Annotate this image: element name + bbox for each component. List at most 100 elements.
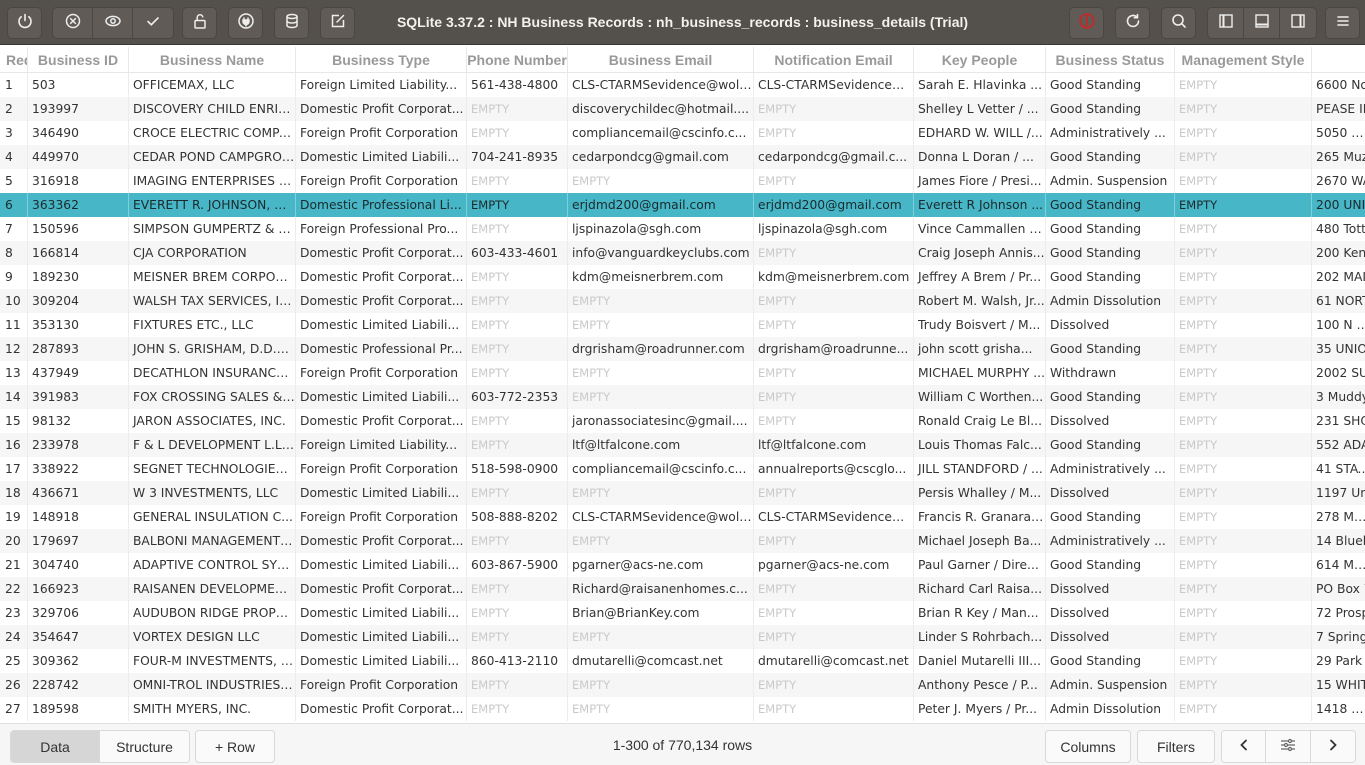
row-number[interactable]: 26 [0, 673, 28, 697]
table-cell[interactable]: Domestic Limited Liabili... [296, 601, 467, 625]
table-cell[interactable]: EMPTY [467, 193, 568, 217]
table-cell[interactable]: 148918 [28, 505, 129, 529]
table-cell[interactable]: Daniel Mutarelli III... [914, 649, 1046, 673]
table-cell[interactable]: cedarpondcg@gmail.c... [754, 145, 914, 169]
table-cell[interactable]: EMPTY [754, 361, 914, 385]
table-cell[interactable]: Foreign Profit Corporation [296, 505, 467, 529]
table-cell[interactable]: EMPTY [467, 121, 568, 145]
table-cell[interactable]: RAISANEN DEVELOPMEN... [129, 577, 296, 601]
table-cell[interactable]: EMPTY [1175, 193, 1312, 217]
table-cell[interactable]: EMPTY [568, 697, 754, 721]
row-number[interactable]: 25 [0, 649, 28, 673]
table-cell[interactable]: 231 SHO [1312, 409, 1365, 433]
table-cell[interactable]: EMPTY [754, 241, 914, 265]
row-number[interactable]: 11 [0, 313, 28, 337]
table-cell[interactable]: EMPTY [754, 97, 914, 121]
table-cell[interactable]: Domestic Profit Corporat... [296, 697, 467, 721]
next-page-button[interactable] [1311, 731, 1355, 762]
table-cell[interactable]: EMPTY [1175, 457, 1312, 481]
table-cell[interactable]: Withdrawn [1046, 361, 1175, 385]
table-cell[interactable]: 2002 SU [1312, 361, 1365, 385]
table-cell[interactable]: EMPTY [467, 481, 568, 505]
table-row[interactable]: 15 98132 JARON ASSOCIATES, INC. Domestic Pr… [0, 409, 1365, 433]
table-row[interactable]: 13 437949 DECATHLON INSURANCE ... Foreign P… [0, 361, 1365, 385]
table-cell[interactable]: EMPTY [568, 673, 754, 697]
table-cell[interactable]: Good Standing [1046, 97, 1175, 121]
table-cell[interactable]: Good Standing [1046, 145, 1175, 169]
table-cell[interactable]: OFFICEMAX, LLC [129, 73, 296, 97]
table-cell[interactable]: Francis R. Granara ... [914, 505, 1046, 529]
table-cell[interactable]: ltf@ltfalcone.com [754, 433, 914, 457]
table-cell[interactable]: 508-888-8202 [467, 505, 568, 529]
table-cell[interactable]: Good Standing [1046, 337, 1175, 361]
table-row[interactable]: 2 193997 DISCOVERY CHILD ENRIC... Domestic … [0, 97, 1365, 121]
table-cell[interactable]: Domestic Limited Liabili... [296, 313, 467, 337]
table-cell[interactable]: 329706 [28, 601, 129, 625]
table-cell[interactable]: EMPTY [568, 385, 754, 409]
table-cell[interactable]: 346490 [28, 121, 129, 145]
table-cell[interactable]: Domestic Profit Corporat... [296, 409, 467, 433]
table-cell[interactable]: drgrisham@roadrunne... [754, 337, 914, 361]
table-cell[interactable]: 166814 [28, 241, 129, 265]
row-number[interactable]: 17 [0, 457, 28, 481]
table-cell[interactable]: 603-772-2353 [467, 385, 568, 409]
table-cell[interactable]: JARON ASSOCIATES, INC. [129, 409, 296, 433]
table-cell[interactable]: Admin. Suspension [1046, 169, 1175, 193]
table-cell[interactable]: 449970 [28, 145, 129, 169]
table-cell[interactable]: Domestic Profit Corporat... [296, 289, 467, 313]
row-number[interactable]: 10 [0, 289, 28, 313]
table-cell[interactable]: 150596 [28, 217, 129, 241]
table-cell[interactable]: 41 STATE [1312, 457, 1365, 481]
row-number[interactable]: 2 [0, 97, 28, 121]
table-cell[interactable]: Craig Joseph Annis... [914, 241, 1046, 265]
table-cell[interactable]: EMPTY [467, 217, 568, 241]
table-cell[interactable]: Foreign Limited Liability... [296, 433, 467, 457]
table-cell[interactable]: EMPTY [754, 577, 914, 601]
table-cell[interactable]: 179697 [28, 529, 129, 553]
table-cell[interactable]: EMPTY [467, 697, 568, 721]
table-cell[interactable]: CLS-CTARMSevidence@wolt... [568, 505, 754, 529]
row-number[interactable]: 24 [0, 625, 28, 649]
table-cell[interactable]: EMPTY [1175, 409, 1312, 433]
table-cell[interactable]: 5050 OS. [1312, 121, 1365, 145]
table-cell[interactable]: MICHAEL MURPHY ... [914, 361, 1046, 385]
table-cell[interactable]: Dissolved [1046, 481, 1175, 505]
table-cell[interactable]: CROCE ELECTRIC COMPA... [129, 121, 296, 145]
table-row[interactable]: 23 329706 AUDUBON RIDGE PROPE... Domestic L… [0, 601, 1365, 625]
table-row[interactable]: 26 228742 OMNI-TROL INDUSTRIES,... Foreign … [0, 673, 1365, 697]
table-cell[interactable]: drgrisham@roadrunner.com [568, 337, 754, 361]
table-row[interactable]: 6 363362 EVERETT R. JOHNSON, D... Domestic … [0, 193, 1365, 217]
table-cell[interactable]: William C Worthen... [914, 385, 1046, 409]
table-cell[interactable]: Domestic Profit Corporat... [296, 265, 467, 289]
table-cell[interactable]: EMPTY [467, 577, 568, 601]
table-row[interactable]: 11 353130 FIXTURES ETC., LLC Domestic Limit… [0, 313, 1365, 337]
table-cell[interactable]: 233978 [28, 433, 129, 457]
column-header[interactable] [1312, 47, 1365, 72]
row-number[interactable]: 13 [0, 361, 28, 385]
table-cell[interactable]: EMPTY [754, 385, 914, 409]
search-button[interactable] [1161, 7, 1196, 39]
refresh-button[interactable] [1115, 7, 1150, 39]
table-cell[interactable]: Everett R Johnson ... [914, 193, 1046, 217]
table-cell[interactable]: Good Standing [1046, 433, 1175, 457]
table-cell[interactable]: 614 MAIN [1312, 553, 1365, 577]
columns-button[interactable]: Columns [1045, 730, 1131, 763]
table-cell[interactable]: Foreign Profit Corporation [296, 169, 467, 193]
table-cell[interactable]: Richard@raisanenhomes.c... [568, 577, 754, 601]
table-cell[interactable]: Good Standing [1046, 505, 1175, 529]
table-cell[interactable]: CEDAR POND CAMPGROU... [129, 145, 296, 169]
table-cell[interactable]: 189230 [28, 265, 129, 289]
table-cell[interactable]: Foreign Profit Corporation [296, 457, 467, 481]
table-cell[interactable]: 353130 [28, 313, 129, 337]
table-cell[interactable]: 200 Ken [1312, 241, 1365, 265]
table-cell[interactable]: OMNI-TROL INDUSTRIES,... [129, 673, 296, 697]
table-cell[interactable]: 354647 [28, 625, 129, 649]
table-cell[interactable]: 437949 [28, 361, 129, 385]
table-cell[interactable]: 518-598-0900 [467, 457, 568, 481]
table-row[interactable]: 17 338922 SEGNET TECHNOLOGIES, ... Foreign … [0, 457, 1365, 481]
table-cell[interactable]: EMPTY [754, 481, 914, 505]
table-cell[interactable]: EMPTY [1175, 673, 1312, 697]
table-cell[interactable]: Paul Garner / Dire... [914, 553, 1046, 577]
database-button[interactable] [274, 7, 309, 39]
table-cell[interactable]: Donna L Doran / ... [914, 145, 1046, 169]
